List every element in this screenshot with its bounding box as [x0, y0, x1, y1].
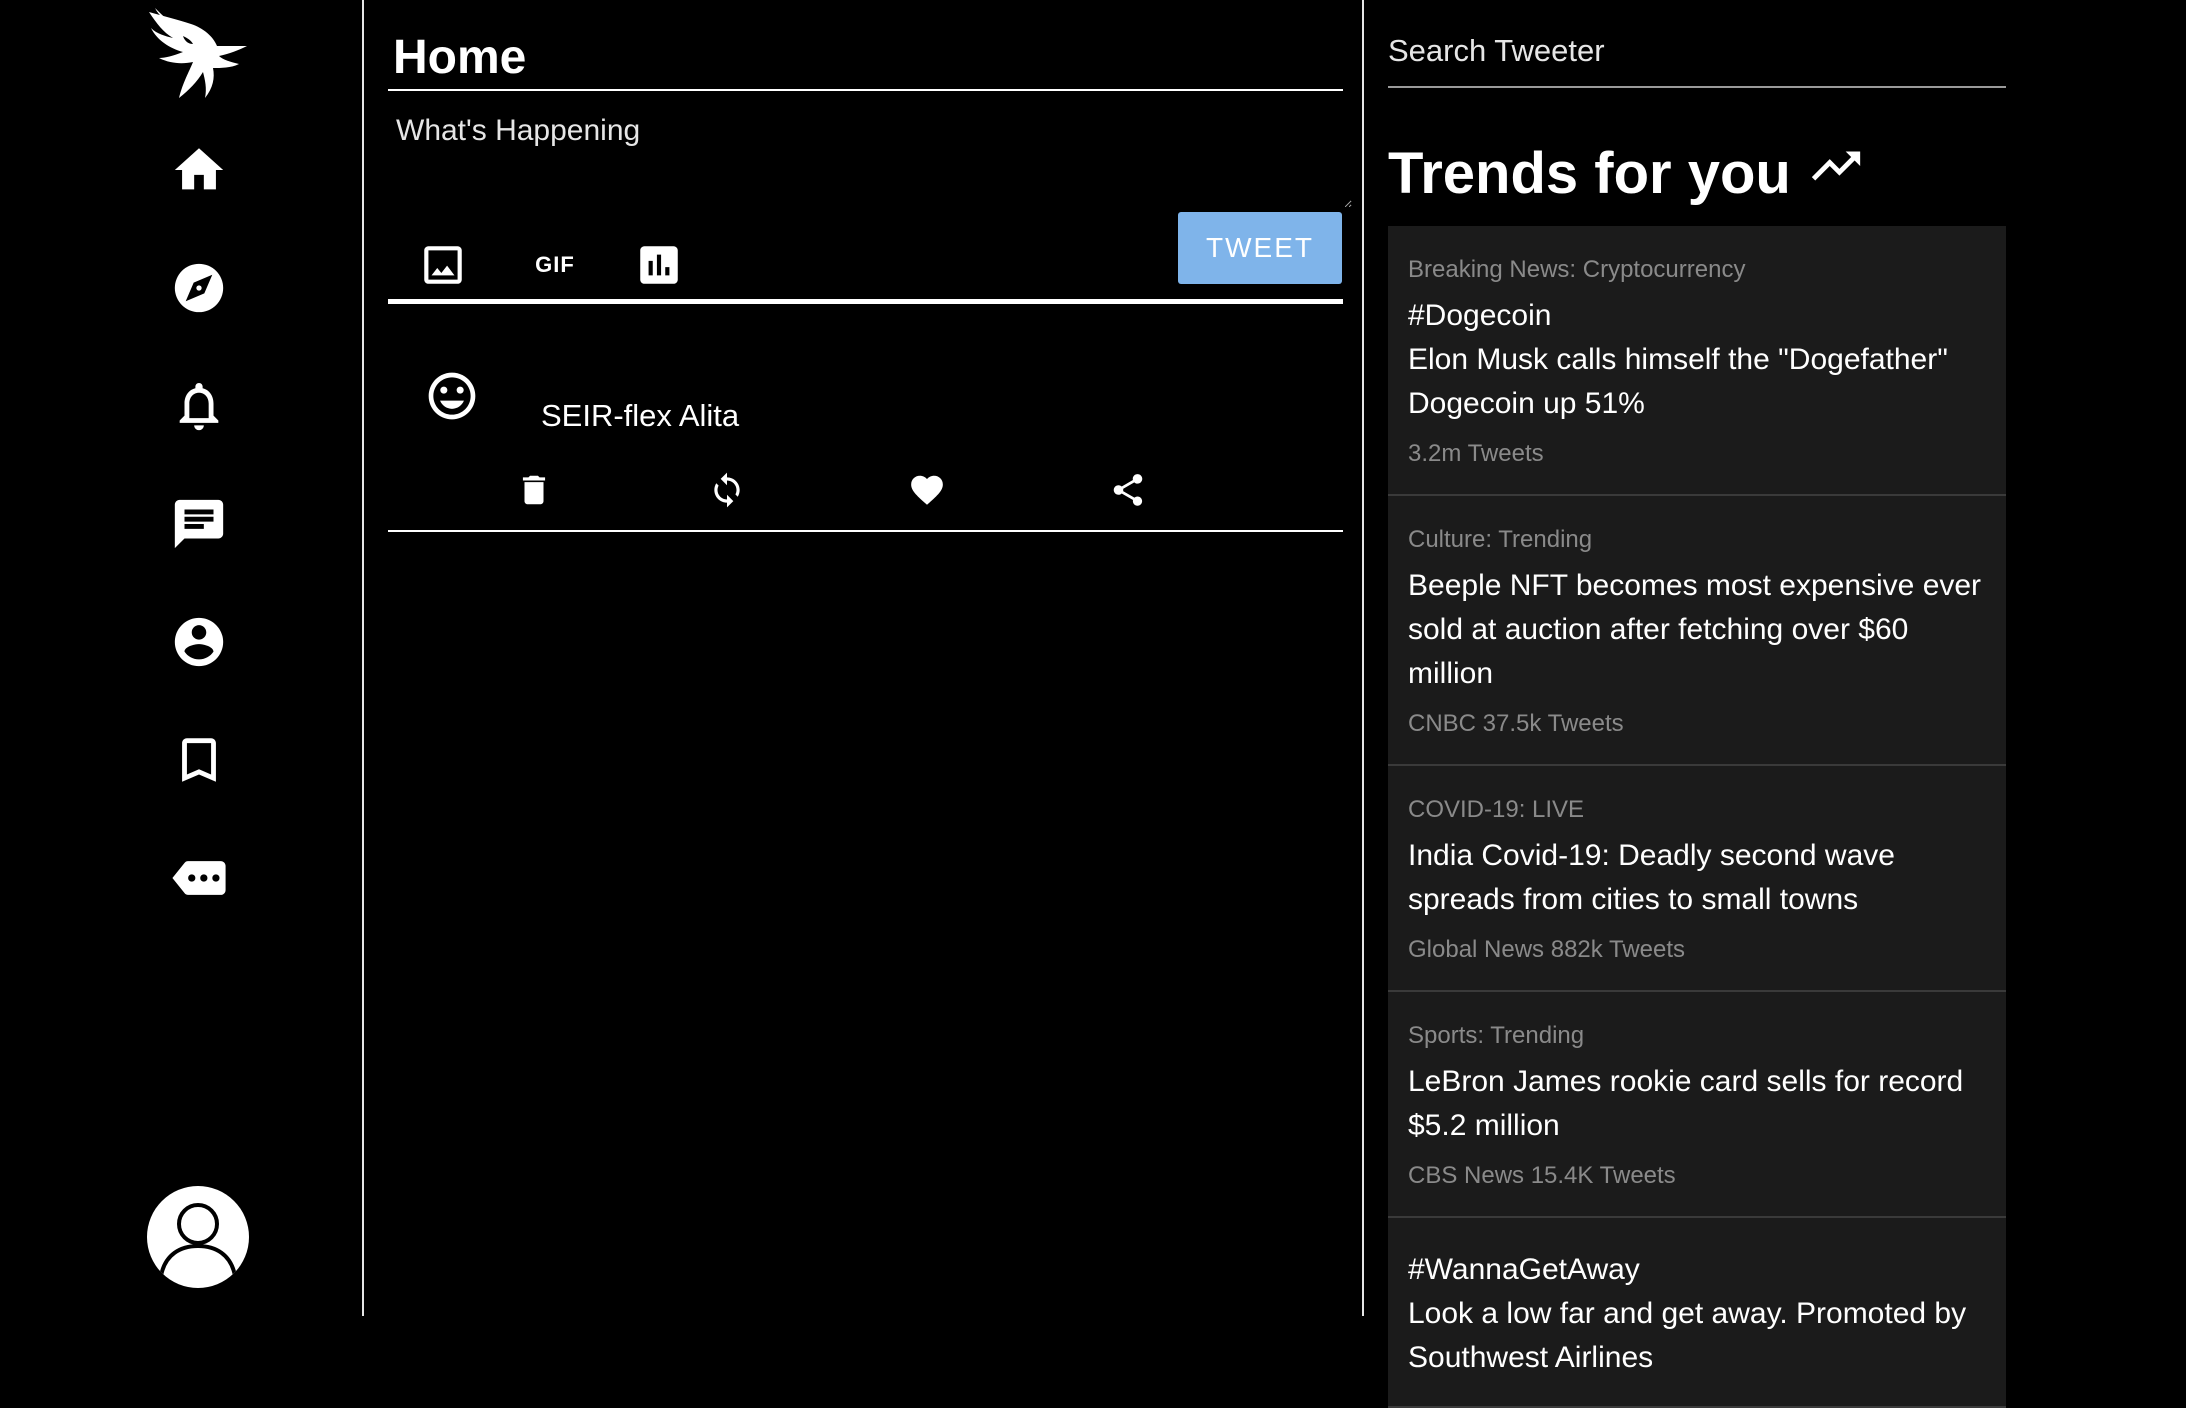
- avatar[interactable]: [147, 1186, 249, 1288]
- delete-button[interactable]: [514, 470, 554, 510]
- poll-icon: [640, 246, 678, 284]
- retweet-button[interactable]: [707, 470, 747, 510]
- add-poll-button[interactable]: [634, 240, 684, 290]
- page-title: Home: [393, 31, 527, 84]
- right-panel: Trends for you Breaking News: Cryptocurr…: [1388, 0, 2008, 1408]
- trend-item[interactable]: Sports: Trending LeBron James rookie car…: [1388, 992, 2006, 1218]
- search-input[interactable]: [1388, 16, 2006, 88]
- like-button[interactable]: [907, 470, 947, 510]
- tweet-button[interactable]: TWEET: [1178, 212, 1342, 284]
- trend-headline: #Dogecoin Elon Musk calls himself the "D…: [1408, 299, 1948, 420]
- message-icon: [174, 499, 224, 549]
- add-gif-button[interactable]: GIF: [530, 240, 580, 290]
- trend-item[interactable]: #WannaGetAway Look a low far and get awa…: [1388, 1218, 2006, 1408]
- home-icon: [174, 148, 224, 190]
- main-feed: Home GIF TWEET SEIR-flex Alita: [364, 0, 1364, 1316]
- trend-category: Sports: Trending: [1408, 1022, 1585, 1049]
- trend-headline: Beeple NFT becomes most expensive ever s…: [1408, 569, 1982, 690]
- retweet-icon: [714, 472, 740, 508]
- nav-explore[interactable]: [168, 257, 230, 319]
- trend-headline: #WannaGetAway Look a low far and get awa…: [1408, 1253, 1967, 1374]
- add-image-button[interactable]: [418, 240, 468, 290]
- trend-item[interactable]: COVID-19: LIVE India Covid-19: Deadly se…: [1388, 766, 2006, 992]
- nav-messages[interactable]: [168, 493, 230, 555]
- tweet-item: SEIR-flex Alita: [388, 304, 1343, 532]
- share-button[interactable]: [1108, 470, 1148, 510]
- compass-icon: [174, 263, 224, 313]
- nav-more[interactable]: [168, 847, 230, 909]
- user-silhouette-icon: [159, 1203, 237, 1277]
- bell-icon: [179, 383, 219, 431]
- trend-category: Culture: Trending: [1408, 526, 1593, 553]
- trend-count: Global News 882k Tweets: [1408, 936, 1686, 963]
- account-circle-icon: [174, 617, 224, 667]
- trend-category: COVID-19: LIVE: [1408, 796, 1585, 823]
- smiley-avatar-icon: [428, 372, 476, 420]
- trends-title: Trends for you: [1388, 141, 1791, 206]
- nav-notifications[interactable]: [168, 375, 230, 437]
- nav-home[interactable]: [168, 139, 230, 201]
- share-icon: [1113, 474, 1143, 506]
- tweet-text: SEIR-flex Alita: [541, 398, 740, 433]
- trend-category: Breaking News: Cryptocurrency: [1408, 256, 1746, 283]
- trend-headline: India Covid-19: Deadly second wave sprea…: [1408, 839, 1895, 916]
- more-icon: [172, 861, 226, 895]
- trends-list: Breaking News: Cryptocurrency #Dogecoin …: [1388, 226, 2006, 1408]
- divider: [388, 89, 1343, 91]
- bookmark-icon: [182, 738, 216, 782]
- heart-icon: [911, 475, 943, 505]
- trend-headline: LeBron James rookie card sells for recor…: [1408, 1065, 1964, 1142]
- trending-up-icon: [1811, 151, 1860, 180]
- trend-count: 3.2m Tweets: [1408, 440, 1544, 467]
- sidebar: [0, 0, 364, 1316]
- nav-bookmarks[interactable]: [168, 729, 230, 791]
- trash-icon: [522, 475, 546, 505]
- nav-profile[interactable]: [168, 611, 230, 673]
- trends-header: Trends for you: [1388, 140, 1865, 207]
- trend-item[interactable]: Breaking News: Cryptocurrency #Dogecoin …: [1388, 226, 2006, 496]
- compose-input[interactable]: [390, 110, 1352, 208]
- trend-item[interactable]: Culture: Trending Beeple NFT becomes mos…: [1388, 496, 2006, 766]
- trend-count: CBS News 15.4K Tweets: [1408, 1162, 1676, 1189]
- gif-icon: GIF: [535, 252, 575, 277]
- trend-count: CNBC 37.5k Tweets: [1408, 710, 1624, 737]
- eagle-logo-icon[interactable]: [143, 6, 253, 106]
- image-icon: [424, 246, 462, 284]
